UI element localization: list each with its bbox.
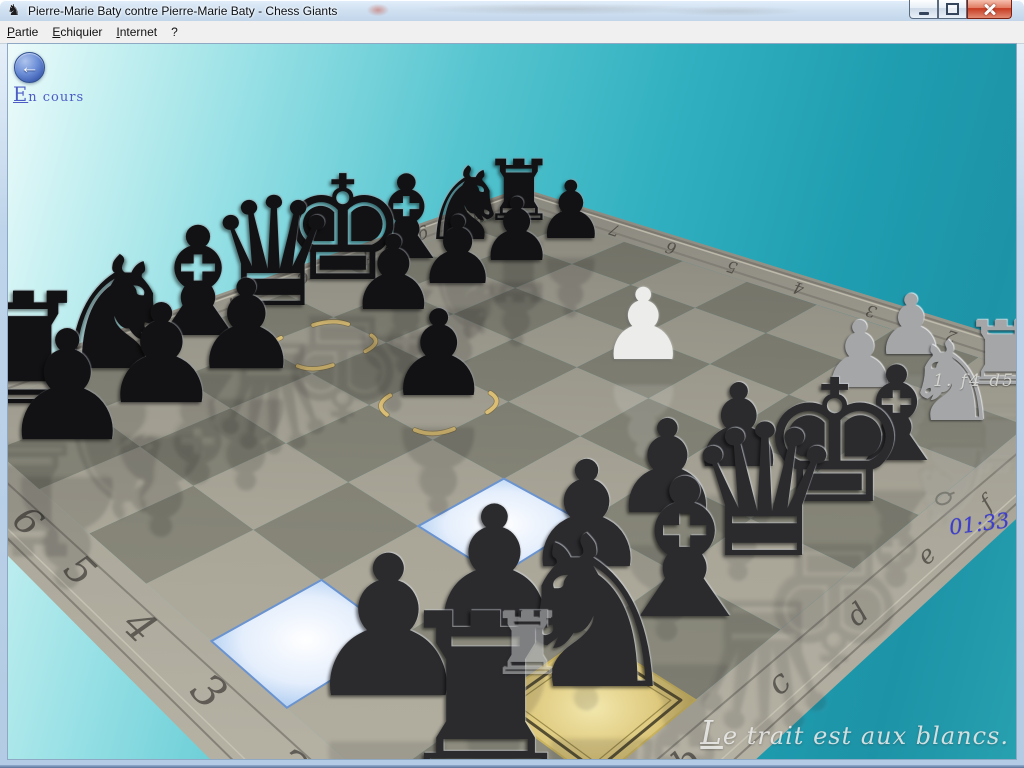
window-title: Pierre-Marie Baty contre Pierre-Marie Ba… bbox=[28, 4, 337, 18]
close-button[interactable] bbox=[967, 0, 1012, 19]
game-viewport: aabbccddeeffgghh1122334455667788 ♜♜♟♟♞♞♟… bbox=[7, 43, 1017, 760]
restore-icon bbox=[946, 3, 959, 15]
titlebar[interactable]: ♞ Pierre-Marie Baty contre Pierre-Marie … bbox=[0, 0, 1024, 21]
back-arrow-icon: ← bbox=[15, 53, 44, 82]
board-scene: aabbccddeeffgghh1122334455667788 ♜♜♟♟♞♞♟… bbox=[7, 43, 1017, 760]
menu-item-internet[interactable]: Internet bbox=[109, 21, 164, 42]
window-controls bbox=[909, 0, 1012, 19]
app-window: ♞ Pierre-Marie Baty contre Pierre-Marie … bbox=[0, 0, 1024, 768]
game-status: En cours bbox=[13, 83, 84, 106]
menu-item-[interactable]: ? bbox=[164, 21, 185, 42]
minimize-icon bbox=[919, 12, 929, 15]
menu-item-partie[interactable]: Partie bbox=[0, 21, 45, 42]
restore-button[interactable] bbox=[938, 0, 967, 19]
close-icon bbox=[984, 3, 996, 15]
turn-message: Le trait est aux blancs. bbox=[700, 714, 1009, 752]
chess-board: aabbccddeeffgghh1122334455667788 bbox=[7, 43, 1017, 760]
minimize-button[interactable] bbox=[909, 0, 938, 19]
menu-bar: PartieEchiquierInternet? bbox=[0, 21, 1024, 44]
back-button[interactable]: ← bbox=[14, 52, 45, 83]
move-list: 1. f4 d5 bbox=[933, 371, 1015, 391]
menu-item-echiquier[interactable]: Echiquier bbox=[45, 21, 109, 42]
chess-knight-icon: ♞ bbox=[7, 2, 20, 19]
